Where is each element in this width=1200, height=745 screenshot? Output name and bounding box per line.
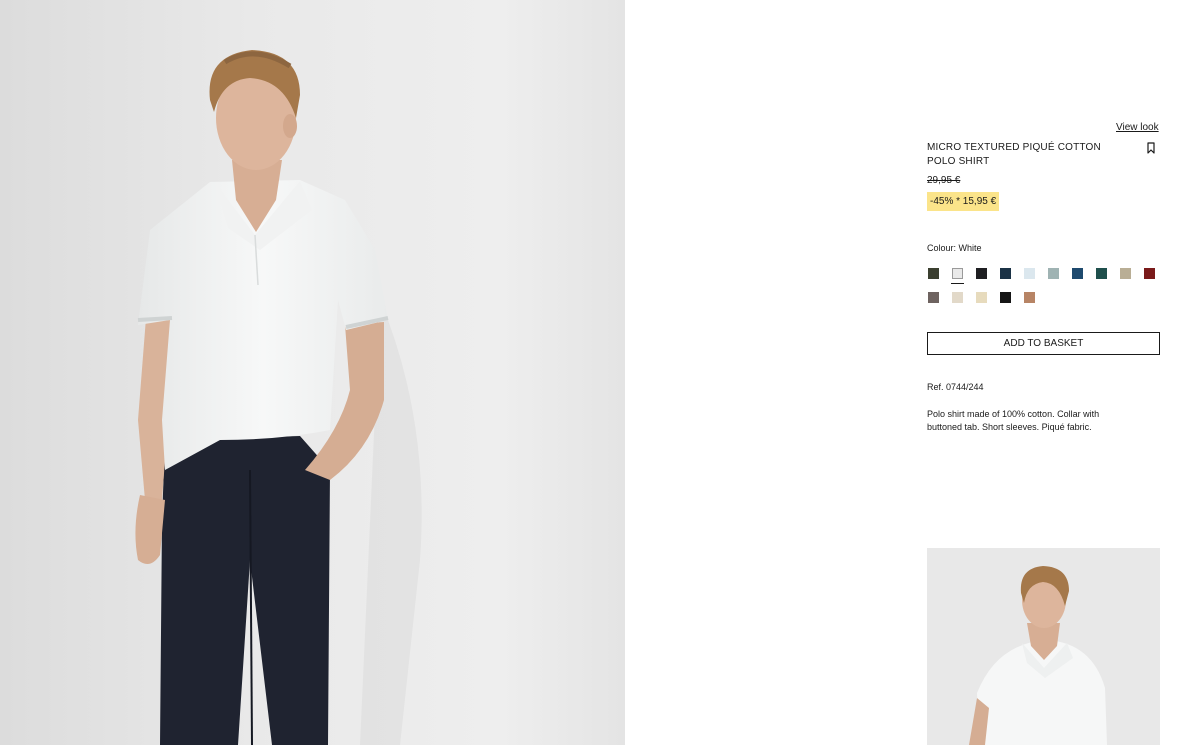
model-photo [0, 0, 625, 745]
colour-swatch[interactable] [928, 292, 939, 303]
colour-swatch[interactable] [976, 268, 987, 279]
colour-swatch[interactable] [1096, 268, 1107, 279]
view-look-link[interactable]: View look [1116, 122, 1159, 133]
main-product-image[interactable] [0, 0, 625, 745]
colour-swatch[interactable] [1144, 268, 1155, 279]
colour-swatch[interactable] [1024, 292, 1035, 303]
selected-swatch-indicator [951, 283, 964, 284]
bookmark-icon[interactable] [1146, 141, 1156, 154]
colour-swatch[interactable] [1000, 268, 1011, 279]
thumbnail-photo [927, 548, 1160, 745]
colour-swatch[interactable] [1120, 268, 1131, 279]
colour-label: Colour: White [927, 243, 982, 253]
add-to-basket-button[interactable]: ADD TO BASKET [927, 332, 1160, 355]
colour-swatch[interactable] [952, 292, 963, 303]
colour-swatch[interactable] [952, 268, 963, 279]
original-price: 29,95 € [927, 175, 961, 186]
colour-swatch[interactable] [1048, 268, 1059, 279]
product-title: MICRO TEXTURED PIQUÉ COTTON POLO SHIRT [927, 142, 1101, 167]
colour-swatch[interactable] [976, 292, 987, 303]
colour-swatch[interactable] [928, 268, 939, 279]
product-thumbnail[interactable] [927, 548, 1160, 745]
colour-swatch[interactable] [1000, 292, 1011, 303]
colour-swatch[interactable] [1072, 268, 1083, 279]
product-description: Polo shirt made of 100% cotton. Collar w… [927, 409, 1100, 432]
colour-swatch[interactable] [1024, 268, 1035, 279]
discount-price-badge: -45% * 15,95 € [927, 192, 1000, 211]
product-reference: Ref. 0744/244 [927, 382, 984, 392]
